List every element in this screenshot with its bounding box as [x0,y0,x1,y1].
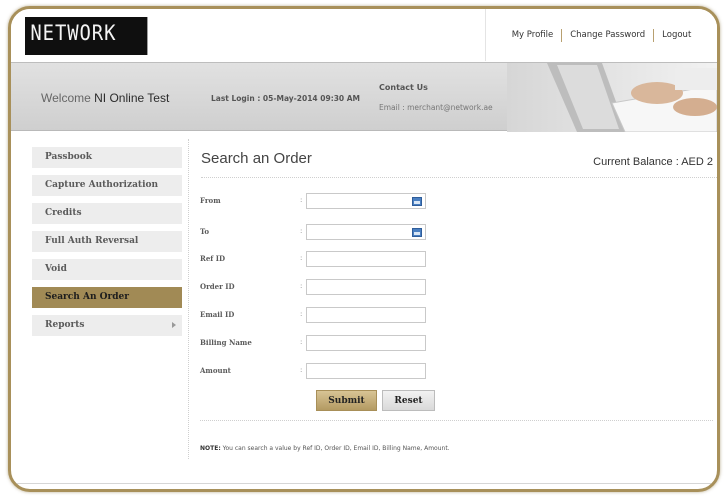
logout-link[interactable]: Logout [662,30,691,40]
from-label: From [200,196,221,205]
sidebar-item-capture-authorization[interactable]: Capture Authorization [32,175,182,196]
note-label: NOTE: [200,445,221,452]
link-separator [561,28,563,42]
divider [200,420,713,421]
laptop-hands-image [507,63,717,132]
billing-name-field[interactable] [306,335,426,351]
colon: : [300,310,303,318]
sidebar-item-search-an-order[interactable]: Search An Order [32,287,182,308]
colon: : [300,227,303,235]
page-title: Search an Order [201,150,312,167]
welcome-banner: Welcome NI Online Test Last Login : 05-M… [11,62,717,132]
billing-name-row: Billing Name : [200,335,500,351]
reset-button[interactable]: Reset [382,390,435,411]
my-profile-link[interactable]: My Profile [512,30,554,40]
divider [201,177,717,178]
contact-email: Email : merchant@network.ae [379,103,493,112]
welcome-text: Welcome NI Online Test [41,91,169,105]
to-row: To : [200,224,500,240]
link-separator [653,28,655,42]
ref-id-row: Ref ID : [200,251,500,267]
colon: : [300,254,303,262]
welcome-user-name: NI Online Test [94,91,170,105]
sidebar-item-reports[interactable]: Reports [32,315,182,336]
amount-label: Amount [200,366,231,375]
ref-id-field[interactable] [306,251,426,267]
colon: : [300,196,303,204]
note-text: You can search a value by Ref ID, Order … [220,445,450,452]
submit-button[interactable]: Submit [316,390,377,411]
sidebar-item-void[interactable]: Void [32,259,182,280]
order-id-field[interactable] [306,279,426,295]
top-links: My Profile Change Password Logout [485,9,717,61]
from-row: From : [200,193,500,209]
chevron-right-icon [172,322,176,328]
ref-id-label: Ref ID [200,254,226,263]
from-date-field[interactable] [306,193,426,209]
colon: : [300,338,303,346]
top-bar: NETWORK My Profile Change Password Logou… [11,9,717,61]
email-id-field[interactable] [306,307,426,323]
sidebar-item-full-auth-reversal[interactable]: Full Auth Reversal [32,231,182,252]
current-balance: Current Balance : AED 2 [593,156,713,168]
welcome-label: Welcome [41,91,91,105]
amount-field[interactable] [306,363,426,379]
calendar-icon[interactable] [412,228,422,237]
to-date-field[interactable] [306,224,426,240]
search-note: NOTE: You can search a value by Ref ID, … [200,445,450,452]
contact-us-title: Contact Us [379,83,428,92]
footer-divider [11,483,717,484]
colon: : [300,282,303,290]
to-label: To [200,227,210,236]
order-id-label: Order ID [200,282,235,291]
main-content: Search an Order Current Balance : AED 2 [188,139,717,459]
last-login: Last Login : 05-May-2014 09:30 AM [211,94,361,103]
sidebar-item-label: Reports [45,320,85,330]
order-id-row: Order ID : [200,279,500,295]
amount-row: Amount : [200,363,500,379]
email-id-row: Email ID : [200,307,500,323]
network-logo[interactable]: NETWORK [25,17,148,55]
sidebar-item-credits[interactable]: Credits [32,203,182,224]
page-frame: NETWORK My Profile Change Password Logou… [8,6,720,492]
sidebar-item-passbook[interactable]: Passbook [32,147,182,168]
email-id-label: Email ID [200,310,235,319]
calendar-icon[interactable] [412,197,422,206]
sidebar-nav: Passbook Capture Authorization Credits F… [32,147,182,343]
colon: : [300,366,303,374]
change-password-link[interactable]: Change Password [570,30,645,40]
billing-name-label: Billing Name [200,338,252,347]
